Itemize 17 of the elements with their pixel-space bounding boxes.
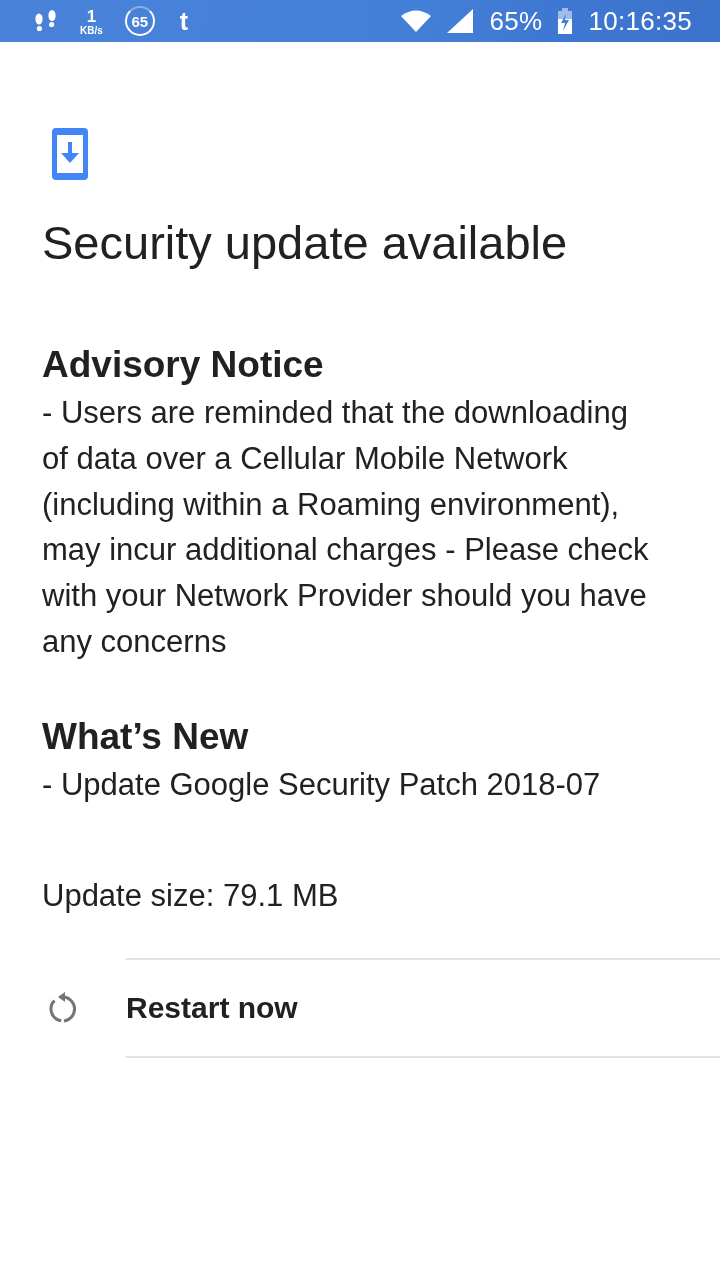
signal-icon <box>447 9 474 33</box>
section-text: - Users are reminded that the downloading of data over a Cellular Mobile Network (including within a Roaming environment), may incur additional charges - Please check with your Network Provider should you have any concerns <box>42 394 650 661</box>
battery-percent: 65% <box>489 6 543 36</box>
page-title: Security update available <box>42 215 568 271</box>
section-heading: What’s New <box>42 714 250 759</box>
section-text: - Update Google Security Patch 2018-07 <box>42 765 602 804</box>
wifi-icon <box>401 10 432 32</box>
clock: 10:16:35 <box>588 6 692 36</box>
phone-download-icon <box>52 128 88 180</box>
update-size: Update size: 79.1 MB <box>42 876 339 915</box>
network-speed-unit: KB/s <box>80 24 103 36</box>
restart-icon <box>47 990 79 1025</box>
app-letter: t <box>179 7 189 35</box>
footsteps-icon <box>34 10 58 32</box>
section-heading: Advisory Notice <box>42 343 325 387</box>
count-ring: 65 <box>124 6 155 36</box>
network-speed-value: 1 <box>86 8 97 25</box>
